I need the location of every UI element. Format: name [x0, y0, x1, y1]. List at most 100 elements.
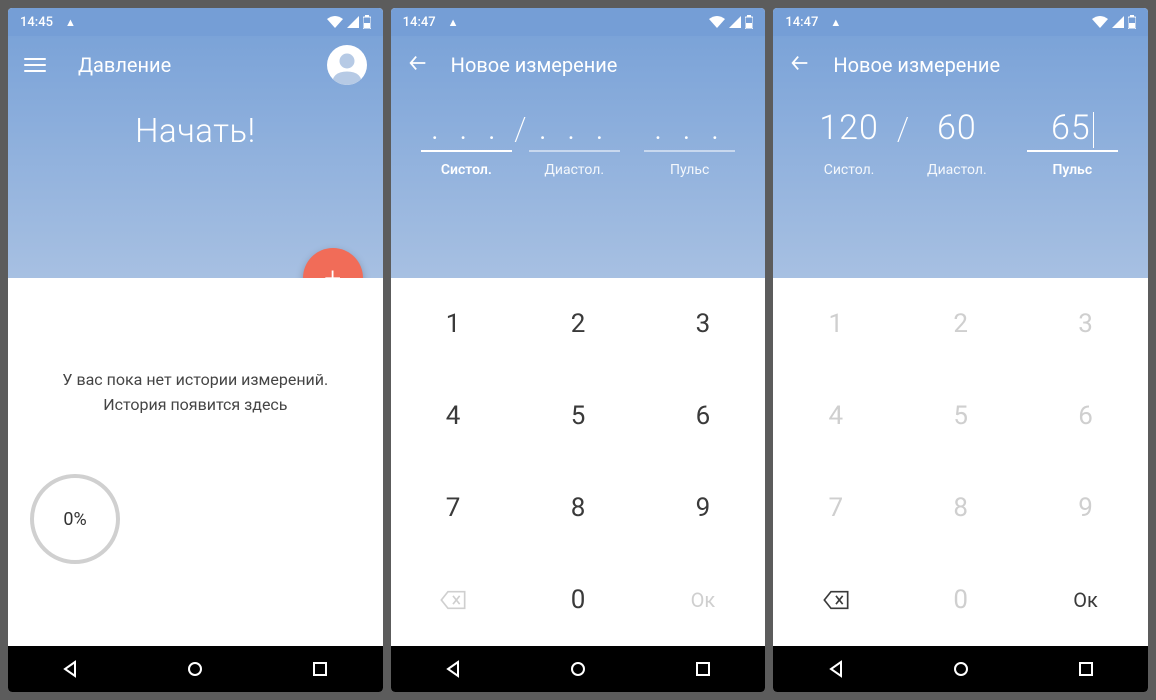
- back-button[interactable]: [407, 52, 429, 78]
- key-0[interactable]: 0: [516, 554, 641, 646]
- wifi-icon: [327, 16, 343, 28]
- key-2[interactable]: 2: [516, 278, 641, 370]
- screen-measure-empty: 14:47 ▲ Новое измерение . . . Систол. / …: [391, 8, 766, 692]
- wifi-icon: [709, 16, 725, 28]
- diastolic-label: Диастол.: [523, 162, 626, 178]
- page-title: Давление: [78, 53, 327, 77]
- backspace-icon: [822, 590, 850, 610]
- diastolic-label: Диастол.: [905, 162, 1008, 178]
- key-ok: Ок: [640, 554, 765, 646]
- nav-home[interactable]: [175, 649, 215, 689]
- status-time: 14:47: [403, 15, 436, 30]
- topbar: Новое измерение: [773, 36, 1148, 94]
- status-bar: 14:47 ▲: [773, 8, 1148, 36]
- header: Новое измерение 120 Систол. / 60 Диастол…: [773, 36, 1148, 278]
- key-6[interactable]: 6: [640, 370, 765, 462]
- systolic-value: . . .: [421, 108, 512, 152]
- signal-icon: [1112, 16, 1124, 28]
- menu-icon[interactable]: [24, 54, 46, 76]
- warning-icon: ▲: [830, 16, 841, 29]
- key-8: 8: [898, 462, 1023, 554]
- key-5: 5: [898, 370, 1023, 462]
- status-right-icons: [1092, 15, 1136, 29]
- status-time: 14:47: [785, 15, 818, 30]
- systolic-label: Систол.: [797, 162, 900, 178]
- key-1[interactable]: 1: [391, 278, 516, 370]
- headline: Начать!: [8, 112, 383, 151]
- pulse-field[interactable]: . . . Пульс: [632, 108, 747, 178]
- page-title: Новое измерение: [833, 53, 1132, 77]
- key-3[interactable]: 3: [640, 278, 765, 370]
- pulse-label: Пульс: [1021, 162, 1124, 178]
- systolic-field[interactable]: 120 Систол.: [791, 108, 906, 178]
- key-1: 1: [773, 278, 898, 370]
- warning-icon: ▲: [448, 16, 459, 29]
- key-3: 3: [1023, 278, 1148, 370]
- nav-back[interactable]: [816, 649, 856, 689]
- nav-back[interactable]: [50, 649, 90, 689]
- key-4: 4: [773, 370, 898, 462]
- key-7: 7: [773, 462, 898, 554]
- systolic-value: 120: [803, 108, 894, 152]
- nav-home[interactable]: [941, 649, 981, 689]
- back-button[interactable]: [789, 52, 811, 78]
- nav-recent[interactable]: [683, 649, 723, 689]
- warning-icon: ▲: [65, 16, 76, 29]
- status-right-icons: [327, 15, 371, 29]
- content: 1 2 3 4 5 6 7 8 9 0 Ок: [773, 278, 1148, 646]
- android-navbar: [391, 646, 766, 692]
- keypad: 1 2 3 4 5 6 7 8 9 0 Ок: [391, 278, 766, 646]
- systolic-field[interactable]: . . . Систол.: [409, 108, 524, 178]
- diastolic-value: 60: [911, 108, 1002, 152]
- pulse-value: . . .: [644, 108, 735, 152]
- pulse-field[interactable]: 65 Пульс: [1015, 108, 1130, 178]
- progress-indicator[interactable]: 0%: [30, 474, 120, 564]
- signal-icon: [729, 16, 741, 28]
- backspace-icon: [439, 590, 467, 610]
- topbar: Давление: [8, 36, 383, 94]
- key-6: 6: [1023, 370, 1148, 462]
- diastolic-field[interactable]: 60 Диастол.: [899, 108, 1014, 178]
- topbar: Новое измерение: [391, 36, 766, 94]
- key-5[interactable]: 5: [516, 370, 641, 462]
- measurement-fields: . . . Систол. / . . . Диастол. . . . Пул…: [391, 100, 766, 178]
- key-9: 9: [1023, 462, 1148, 554]
- battery-icon: [363, 15, 371, 29]
- diastolic-value: . . .: [529, 108, 620, 152]
- systolic-label: Систол.: [415, 162, 518, 178]
- wifi-icon: [1092, 16, 1108, 28]
- nav-back[interactable]: [433, 649, 473, 689]
- battery-icon: [1128, 15, 1136, 29]
- key-0: 0: [898, 554, 1023, 646]
- person-icon: [329, 49, 365, 85]
- pulse-value: 65: [1027, 108, 1118, 152]
- key-4[interactable]: 4: [391, 370, 516, 462]
- key-ok[interactable]: Ок: [1023, 554, 1148, 646]
- key-backspace: [391, 554, 516, 646]
- page-title: Новое измерение: [451, 53, 750, 77]
- content: 1 2 3 4 5 6 7 8 9 0 Ок: [391, 278, 766, 646]
- diastolic-field[interactable]: . . . Диастол.: [517, 108, 632, 178]
- key-8[interactable]: 8: [516, 462, 641, 554]
- header: Новое измерение . . . Систол. / . . . Ди…: [391, 36, 766, 278]
- key-7[interactable]: 7: [391, 462, 516, 554]
- nav-recent[interactable]: [1066, 649, 1106, 689]
- signal-icon: [347, 16, 359, 28]
- key-2: 2: [898, 278, 1023, 370]
- screen-home: 14:45 ▲ Давление Начать! + У вас пока не…: [8, 8, 383, 692]
- measurement-fields: 120 Систол. / 60 Диастол. 65 Пульс: [773, 100, 1148, 178]
- nav-home[interactable]: [558, 649, 598, 689]
- content: У вас пока нет истории измерений. Истори…: [8, 278, 383, 646]
- avatar[interactable]: [327, 45, 367, 85]
- header: Давление Начать! +: [8, 36, 383, 278]
- android-navbar: [773, 646, 1148, 692]
- screen-measure-filled: 14:47 ▲ Новое измерение 120 Систол. / 60…: [773, 8, 1148, 692]
- status-time: 14:45: [20, 15, 53, 30]
- battery-icon: [745, 15, 753, 29]
- nav-recent[interactable]: [300, 649, 340, 689]
- empty-state-message: У вас пока нет истории измерений. Истори…: [8, 368, 383, 418]
- progress-value: 0%: [63, 509, 86, 530]
- key-backspace[interactable]: [773, 554, 898, 646]
- status-right-icons: [709, 15, 753, 29]
- key-9[interactable]: 9: [640, 462, 765, 554]
